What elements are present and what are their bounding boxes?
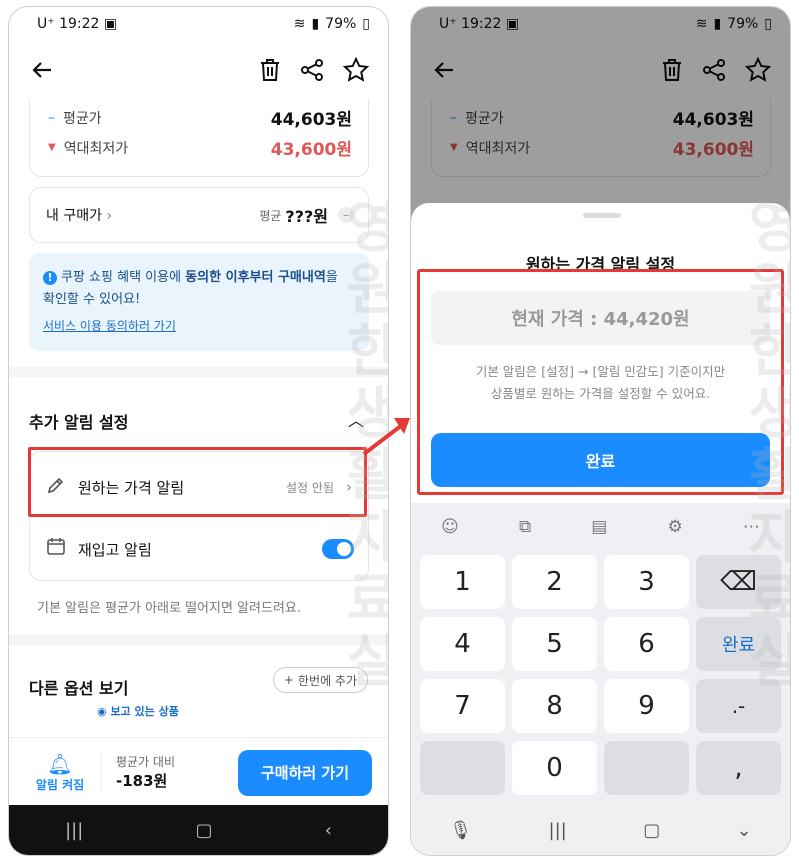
info-text-1b: 동의한 이후부터 구매내역 (185, 270, 326, 285)
lowest-price-value: 43,600원 (270, 140, 352, 160)
home-icon[interactable]: ▢ (643, 820, 660, 841)
mic-icon[interactable]: 🎙︎ (449, 820, 472, 841)
default-alert-note: 기본 알림은 평균가 아래로 떨어지면 알려드려요. (37, 601, 301, 616)
my-purchase-value: ???원 (285, 207, 328, 226)
key-1[interactable]: 1 (420, 555, 505, 609)
system-nav-bar: ||| ▢ ‹ (9, 805, 388, 855)
info-text-2: 확인할 수 있어요! (43, 292, 141, 307)
key-4[interactable]: 4 (420, 617, 505, 671)
signal-icon: ▮ (311, 16, 320, 32)
settings-gear-icon[interactable]: ⚙ (667, 517, 682, 537)
alert-on-label: 알림 켜짐 (35, 778, 85, 792)
viewing-label: 보고 있는 상품 (110, 705, 179, 718)
right-phone-screen: U⁺ 19:22 ▣ ≋ ▮ 79% ▯ – 평균가 44,603원 ▼ 역대최저가 43,6… (410, 6, 791, 856)
recent-apps-icon[interactable]: ||| (65, 820, 83, 841)
blank-key (420, 741, 505, 795)
home-icon[interactable]: ▢ (195, 820, 212, 841)
price-summary-card: – 평균가 44,603원 ▼ 역대최저가 43,600원 (29, 99, 369, 177)
plus-icon: + (283, 673, 294, 687)
key-8[interactable]: 8 (512, 679, 597, 733)
key-7[interactable]: 7 (420, 679, 505, 733)
price-diff: 평균가 대비 -183원 (101, 752, 176, 793)
status-time: 19:22 (59, 16, 100, 32)
recent-apps-icon[interactable]: ||| (549, 820, 567, 841)
star-icon[interactable] (341, 55, 371, 85)
price-alert-highlight (28, 447, 367, 517)
battery-icon: ▯ (362, 16, 370, 32)
bottom-action-bar: 🔔︎ 알림 켜짐 평균가 대비 -183원 구매하러 가기 (9, 737, 388, 807)
back-arrow-icon[interactable] (27, 55, 57, 85)
my-purchase-avg-label: 평균 (259, 208, 282, 223)
share-icon[interactable] (297, 55, 327, 85)
gallery-icon: ▣ (103, 16, 118, 32)
clipboard-icon[interactable]: ▤ (591, 517, 607, 537)
sticker-icon[interactable]: ⧉ (519, 517, 531, 537)
eye-icon: ◉ (97, 705, 107, 718)
info-icon: ! (43, 271, 57, 285)
left-phone-screen: U⁺ 19:22 ▣ ≋ ▮ 79% ▯ – 평균가 44,603원 ▼ 역대최저가 43,6… (8, 6, 389, 856)
key-5[interactable]: 5 (512, 617, 597, 671)
sheet-handle[interactable] (583, 213, 621, 218)
buy-button[interactable]: 구매하러 가기 (238, 749, 372, 796)
info-text-1a: 쿠팡 쇼핑 혜택 이용에 (61, 270, 186, 285)
battery-text: 79% (325, 16, 357, 32)
other-options-title: 다른 옵션 보기 (29, 679, 129, 698)
my-purchase-price-row[interactable]: 내 구매가 › 평균 ???원 – (29, 187, 369, 243)
calendar-icon (46, 537, 66, 561)
my-purchase-label: 내 구매가 (46, 208, 102, 224)
avg-price-label: 평균가 (63, 110, 102, 127)
price-diff-value: -183원 (116, 771, 168, 790)
key-6[interactable]: 6 (604, 617, 689, 671)
wifi-icon: ≋ (293, 16, 306, 32)
lowest-price-label: 역대최저가 (63, 140, 129, 157)
bell-icon: 🔔︎ (47, 752, 73, 776)
watermark: 영원한생활자료실 (737, 197, 791, 693)
system-nav-bar: 🎙︎ ||| ▢ ⌄ (411, 805, 790, 855)
hide-keyboard-icon[interactable]: ⌄ (737, 820, 752, 841)
alert-on-button[interactable]: 🔔︎ 알림 켜짐 (25, 752, 95, 793)
back-icon[interactable]: ‹ (325, 820, 332, 841)
purchase-history-info-box: ! 쿠팡 쇼핑 혜택 이용에 동의한 이후부터 구매내역을 확인할 수 있어요! … (29, 253, 369, 351)
restock-label: 재입고 알림 (78, 540, 152, 559)
key-comma[interactable]: , (696, 741, 781, 795)
down-triangle-icon: ▼ (48, 142, 56, 153)
carrier: U⁺ (37, 16, 55, 32)
status-bar: U⁺ 19:22 ▣ ≋ ▮ 79% ▯ (9, 7, 388, 41)
top-bar (9, 41, 388, 99)
key-9[interactable]: 9 (604, 679, 689, 733)
dash-icon: – (48, 109, 55, 126)
blank-key (604, 741, 689, 795)
extra-alert-title: 추가 알림 설정 (29, 413, 129, 432)
key-0[interactable]: 0 (512, 741, 597, 795)
chevron-right-icon: › (106, 208, 113, 224)
consent-link[interactable]: 서비스 이용 동의하러 가기 (43, 315, 355, 337)
key-3[interactable]: 3 (604, 555, 689, 609)
restock-alert-row[interactable]: 재입고 알림 (30, 518, 368, 580)
key-2[interactable]: 2 (512, 555, 597, 609)
emoji-icon[interactable]: ☺ (441, 517, 459, 537)
avg-price-value: 44,603원 (270, 110, 352, 130)
viewing-badge: ◉ 보고 있는 상품 (97, 703, 179, 719)
price-diff-label: 평균가 대비 (116, 754, 176, 769)
trash-icon[interactable] (255, 55, 285, 85)
